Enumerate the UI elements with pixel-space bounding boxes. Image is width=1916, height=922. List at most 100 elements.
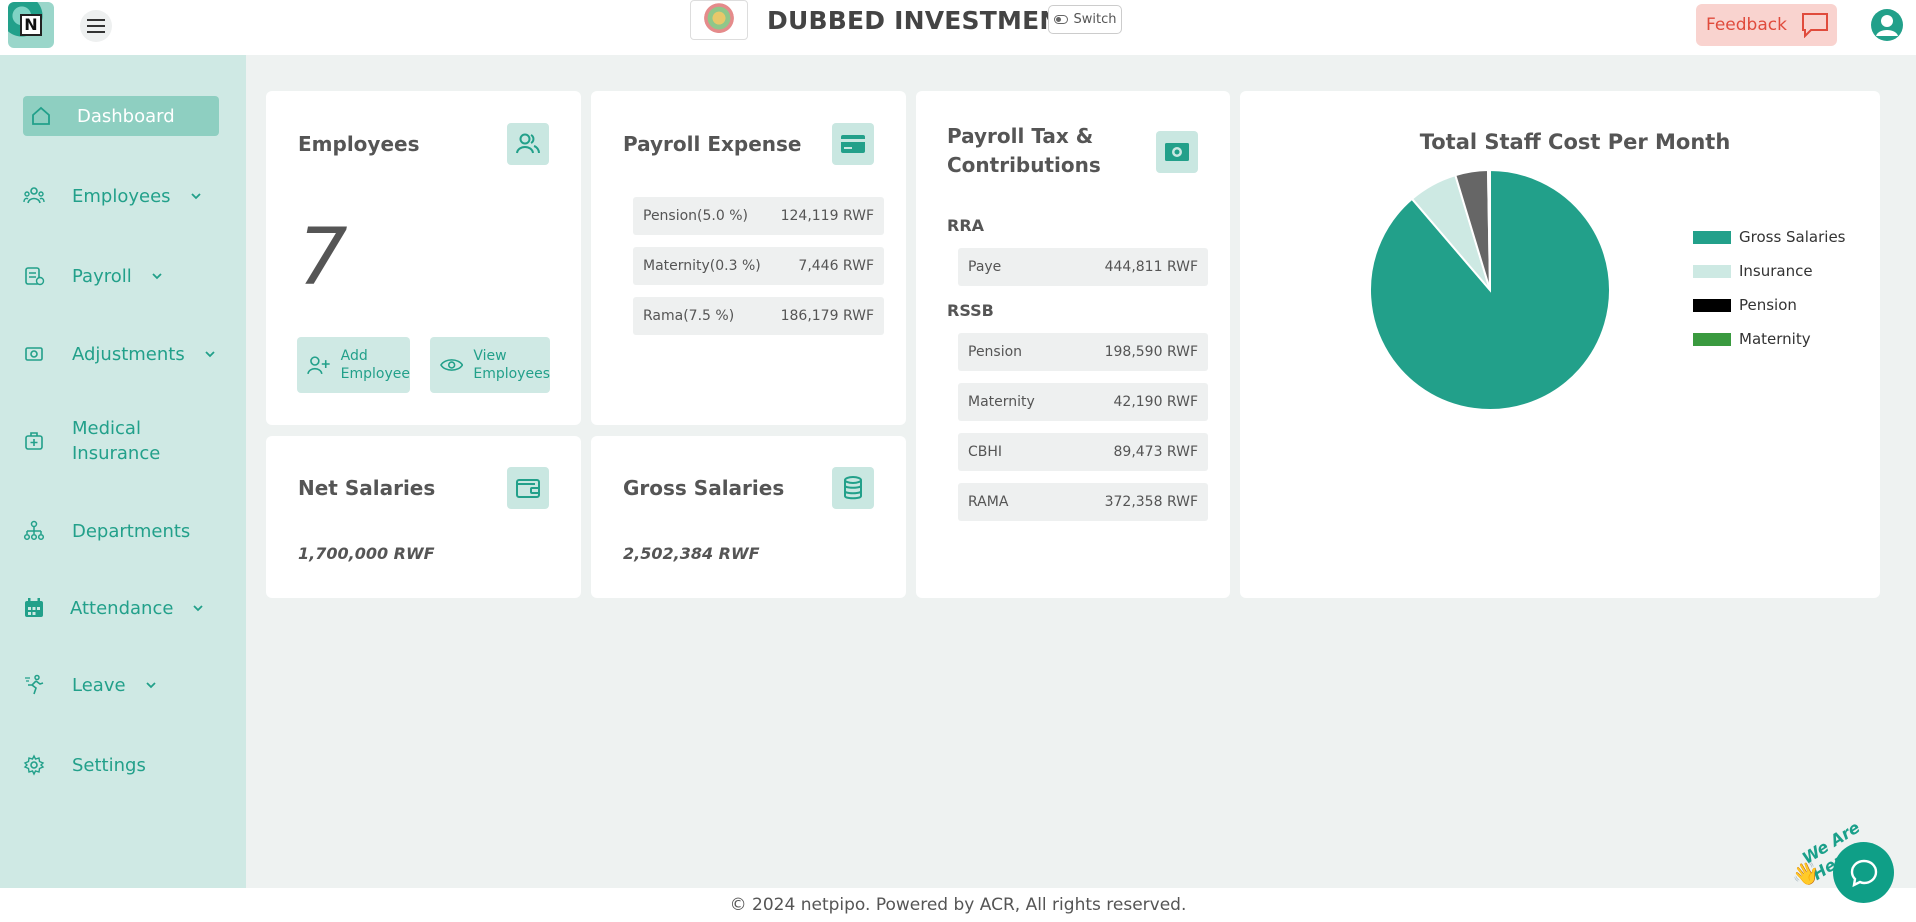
gross-salaries-value: 2,502,384 RWF	[623, 544, 760, 563]
calendar-icon	[22, 596, 46, 620]
chart-title: Total Staff Cost Per Month	[1419, 130, 1731, 154]
sidebar-item-medical-insurance[interactable]: Medical Insurance	[22, 416, 160, 466]
rssb-row: CBHI 89,473 RWF	[958, 433, 1208, 471]
employees-card-icon-box	[507, 123, 549, 165]
sidebar-item-label: Adjustments	[72, 343, 185, 365]
row-value: 124,119 RWF	[780, 208, 874, 224]
org-chart-icon	[22, 519, 46, 543]
legend-swatch	[1693, 230, 1731, 244]
net-salaries-value: 1,700,000 RWF	[298, 544, 435, 563]
row-value: 198,590 RWF	[1104, 344, 1198, 360]
add-user-icon	[307, 356, 330, 375]
payroll-tax-icon-box	[1156, 131, 1198, 173]
add-employee-label: Add Employee	[340, 348, 410, 382]
gross-salaries-card	[591, 436, 906, 598]
sidebar-item-payroll[interactable]: Payroll	[22, 264, 164, 288]
legend-item: Maternity	[1693, 330, 1811, 348]
running-person-icon	[22, 673, 46, 697]
user-avatar-icon[interactable]	[1870, 8, 1904, 42]
switch-label: Switch	[1073, 12, 1117, 27]
gross-salaries-icon-box	[832, 467, 874, 509]
legend-swatch	[1693, 298, 1731, 312]
sidebar-item-employees[interactable]: Employees	[22, 184, 203, 208]
rssb-row: RAMA 372,358 RWF	[958, 483, 1208, 521]
row-label: CBHI	[968, 444, 1003, 460]
row-label: Maternity(0.3 %)	[643, 258, 761, 274]
payroll-expense-title: Payroll Expense	[623, 132, 802, 156]
feedback-button[interactable]: Feedback	[1696, 4, 1837, 46]
home-icon	[29, 104, 53, 128]
payroll-icon	[22, 264, 46, 288]
chevron-down-icon	[152, 273, 162, 280]
sidebar-item-label: Payroll	[72, 265, 132, 287]
sidebar-item-dashboard[interactable]: Dashboard	[23, 96, 219, 136]
legend-item: Gross Salaries	[1693, 228, 1846, 246]
company-name: DUBBED INVESTMENTS	[767, 6, 1096, 35]
rssb-row: Pension 198,590 RWF	[958, 333, 1208, 371]
legend-label: Pension	[1739, 296, 1797, 314]
row-label: Paye	[968, 259, 1002, 275]
switch-company-button[interactable]: Switch	[1048, 5, 1122, 34]
chevron-down-icon	[193, 605, 204, 612]
legend-label: Gross Salaries	[1739, 228, 1846, 246]
chat-icon	[1850, 859, 1877, 887]
sidebar-item-label: Leave	[72, 674, 126, 696]
net-salaries-title: Net Salaries	[298, 476, 436, 500]
add-employee-button[interactable]: Add Employee	[297, 337, 410, 393]
menu-toggle-button[interactable]	[80, 10, 112, 42]
top-bar: N DUBBED INVESTMENTS Switch Feedback	[0, 0, 1916, 55]
rra-section-label: RRA	[947, 216, 985, 235]
row-value: 89,473 RWF	[1113, 444, 1199, 460]
payroll-expense-row: Pension(5.0 %) 124,119 RWF	[633, 197, 884, 235]
chevron-down-icon	[205, 351, 215, 358]
row-value: 372,358 RWF	[1104, 494, 1198, 510]
sidebar-item-label: Departments	[72, 520, 191, 542]
sidebar-item-attendance[interactable]: Attendance	[22, 596, 205, 620]
database-icon	[844, 476, 862, 500]
row-label: RAMA	[968, 494, 1009, 510]
feedback-label: Feedback	[1706, 15, 1787, 35]
sidebar-item-label: Settings	[72, 754, 146, 776]
net-salaries-icon-box	[507, 467, 549, 509]
row-label: Rama(7.5 %)	[643, 308, 735, 324]
medical-case-icon	[22, 429, 46, 453]
row-label: Maternity	[968, 394, 1035, 410]
view-employees-button[interactable]: View Employees	[430, 337, 550, 393]
chevron-down-icon	[190, 193, 201, 200]
payroll-expense-icon-box	[832, 123, 874, 165]
net-salaries-card	[266, 436, 581, 598]
row-value: 7,446 RWF	[798, 258, 874, 274]
toggle-icon	[1053, 15, 1068, 24]
sidebar-item-departments[interactable]: Departments	[22, 519, 190, 543]
sidebar-item-label: Dashboard	[77, 105, 175, 127]
sidebar-item-settings[interactable]: Settings	[22, 753, 146, 777]
sidebar-item-leave[interactable]: Leave	[22, 673, 158, 697]
credit-card-icon	[841, 135, 865, 153]
view-employees-label: View Employees	[473, 348, 550, 382]
employees-card-title: Employees	[298, 132, 420, 156]
app-logo[interactable]: N	[8, 2, 54, 48]
logo-letter-icon: N	[20, 14, 42, 36]
legend-item: Insurance	[1693, 262, 1813, 280]
row-value: 186,179 RWF	[780, 308, 874, 324]
people-icon	[22, 184, 46, 208]
legend-label: Insurance	[1739, 262, 1813, 280]
wallet-icon	[516, 479, 540, 498]
legend-item: Pension	[1693, 296, 1797, 314]
chat-bubble-icon	[1801, 13, 1828, 38]
row-label: Pension(5.0 %)	[643, 208, 748, 224]
row-value: 42,190 RWF	[1113, 394, 1199, 410]
sidebar-item-adjustments[interactable]: Adjustments	[22, 342, 217, 366]
row-label: Pension	[968, 344, 1023, 360]
waving-hand-icon: 👋	[1792, 862, 1820, 887]
chevron-down-icon	[145, 682, 156, 689]
money-icon	[22, 342, 46, 366]
cash-icon	[1165, 143, 1189, 161]
company-logo	[690, 0, 748, 40]
gross-salaries-title: Gross Salaries	[623, 476, 785, 500]
sidebar-item-label: Medical Insurance	[72, 418, 161, 464]
chat-widget-button[interactable]	[1833, 842, 1894, 903]
rra-row: Paye 444,811 RWF	[958, 248, 1208, 286]
users-icon	[516, 133, 540, 154]
payroll-expense-row: Maternity(0.3 %) 7,446 RWF	[633, 247, 884, 285]
